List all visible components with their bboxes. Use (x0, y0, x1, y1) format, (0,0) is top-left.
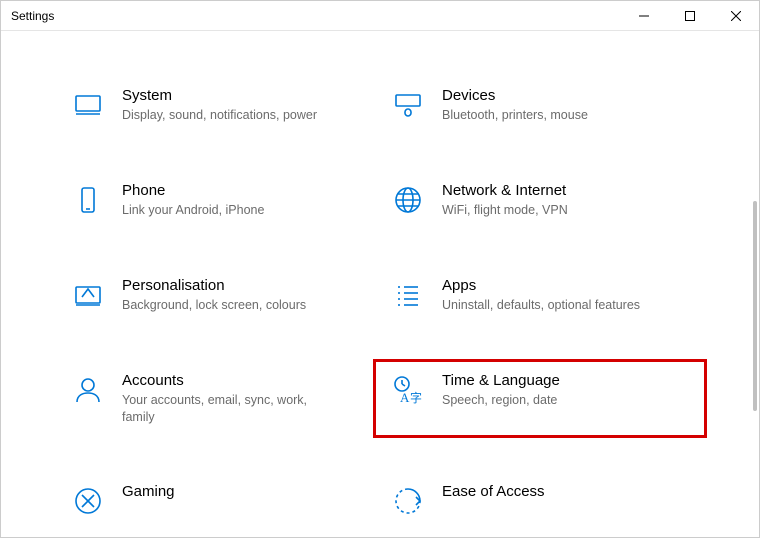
svg-text:A: A (400, 390, 410, 405)
settings-window: Settings System Display, sound, notifica… (0, 0, 760, 538)
category-desc: WiFi, flight mode, VPN (442, 202, 568, 219)
category-desc: Speech, region, date (442, 392, 560, 409)
category-desc: Bluetooth, printers, mouse (442, 107, 588, 124)
category-network[interactable]: Network & Internet WiFi, flight mode, VP… (380, 176, 700, 225)
close-button[interactable] (713, 1, 759, 31)
apps-icon (388, 277, 428, 311)
category-desc: Display, sound, notifications, power (122, 107, 317, 124)
phone-icon (68, 182, 108, 216)
category-title: Ease of Access (442, 483, 545, 500)
category-desc: Link your Android, iPhone (122, 202, 264, 219)
personalisation-icon (68, 277, 108, 311)
category-title: Personalisation (122, 277, 306, 294)
category-title: Devices (442, 87, 588, 104)
category-devices[interactable]: Devices Bluetooth, printers, mouse (380, 81, 700, 130)
category-title: Gaming (122, 483, 175, 500)
category-title: Accounts (122, 372, 322, 389)
ease-of-access-icon (388, 483, 428, 517)
maximize-button[interactable] (667, 1, 713, 31)
window-title: Settings (11, 9, 621, 23)
category-personalisation[interactable]: Personalisation Background, lock screen,… (60, 271, 380, 320)
category-title: System (122, 87, 317, 104)
minimize-icon (639, 11, 649, 21)
category-phone[interactable]: Phone Link your Android, iPhone (60, 176, 380, 225)
category-title: Time & Language (442, 372, 560, 389)
category-apps[interactable]: Apps Uninstall, defaults, optional featu… (380, 271, 700, 320)
category-ease-of-access[interactable]: Ease of Access (380, 477, 700, 523)
network-icon (388, 182, 428, 216)
category-gaming[interactable]: Gaming (60, 477, 380, 523)
category-title: Network & Internet (442, 182, 568, 199)
category-system[interactable]: System Display, sound, notifications, po… (60, 81, 380, 130)
category-time-language[interactable]: A字 Time & Language Speech, region, date (380, 366, 700, 432)
svg-text:字: 字 (410, 390, 422, 405)
scrollbar[interactable] (753, 201, 757, 411)
category-title: Phone (122, 182, 264, 199)
system-icon (68, 87, 108, 121)
category-title: Apps (442, 277, 640, 294)
category-desc: Uninstall, defaults, optional features (442, 297, 640, 314)
maximize-icon (685, 11, 695, 21)
minimize-button[interactable] (621, 1, 667, 31)
close-icon (731, 11, 741, 21)
settings-grid: System Display, sound, notifications, po… (60, 81, 700, 523)
settings-content: System Display, sound, notifications, po… (1, 31, 759, 537)
gaming-icon (68, 483, 108, 517)
category-desc: Your accounts, email, sync, work, family (122, 392, 322, 426)
category-accounts[interactable]: Accounts Your accounts, email, sync, wor… (60, 366, 380, 432)
devices-icon (388, 87, 428, 121)
category-desc: Background, lock screen, colours (122, 297, 306, 314)
window-controls (621, 1, 759, 31)
accounts-icon (68, 372, 108, 406)
titlebar: Settings (1, 1, 759, 31)
time-language-icon: A字 (388, 372, 428, 406)
